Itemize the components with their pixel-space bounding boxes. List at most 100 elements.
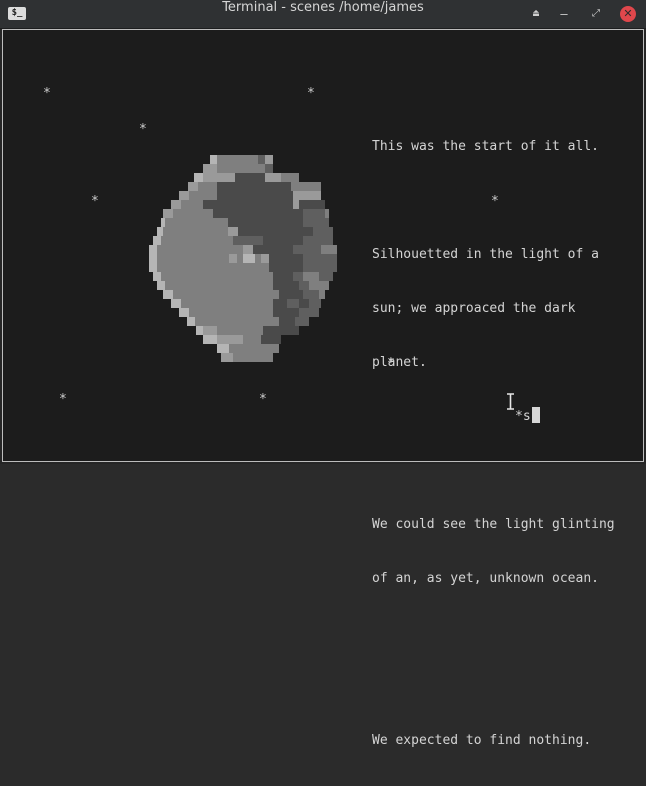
planet-pixel-band bbox=[295, 317, 309, 326]
window-title: Terminal - scenes /home/james bbox=[222, 0, 424, 15]
close-button[interactable]: ✕ bbox=[620, 6, 636, 22]
planet-pixel-band bbox=[269, 263, 303, 272]
planet-pixel-band bbox=[243, 335, 261, 344]
planet-pixel-band bbox=[303, 272, 319, 281]
planet-pixel-band bbox=[325, 209, 329, 218]
planet-pixel-band bbox=[309, 281, 329, 290]
story-line: This was the start of it all. bbox=[372, 139, 599, 154]
planet-pixel-band bbox=[273, 272, 293, 281]
story-line: Silhouetted in the light of a bbox=[372, 247, 599, 262]
planet-pixel-band bbox=[303, 254, 337, 263]
planet-pixel-band bbox=[149, 254, 157, 263]
planet-pixel-band bbox=[189, 308, 273, 317]
story-text: This was the start of it all. Silhouette… bbox=[372, 102, 638, 786]
planet-pixel-band bbox=[179, 308, 189, 317]
planet-pixel-band bbox=[165, 281, 273, 290]
planet-pixel-band bbox=[161, 272, 273, 281]
planet-pixel-band bbox=[196, 326, 203, 335]
planet-pixel-band bbox=[261, 254, 269, 263]
planet-pixel-band bbox=[163, 209, 173, 218]
planet-pixel-band bbox=[228, 218, 303, 227]
planet-pixel-band bbox=[243, 254, 255, 263]
planet-pixel-band bbox=[217, 326, 263, 335]
planet-pixel-band bbox=[319, 290, 325, 299]
prompt-text: *s bbox=[515, 409, 531, 424]
command-prompt[interactable]: *s bbox=[515, 407, 540, 426]
story-line: of an, as yet, unknown ocean. bbox=[372, 571, 599, 586]
planet-pixel-band bbox=[235, 173, 265, 182]
planet-pixel-band bbox=[258, 155, 265, 164]
planet-pixel-band bbox=[263, 326, 299, 335]
planet-pixel-band bbox=[299, 281, 309, 290]
planet-pixel-band bbox=[173, 209, 213, 218]
planet-pixel-band bbox=[221, 353, 233, 362]
maximize-button[interactable]: ⤢ bbox=[588, 6, 604, 22]
text-cursor-icon bbox=[507, 393, 514, 410]
planet-pixel-band bbox=[173, 290, 279, 299]
planet-pixel-band bbox=[303, 263, 337, 272]
planet-pixel-band bbox=[181, 200, 203, 209]
planet-pixel-band bbox=[194, 173, 203, 182]
planet-pixel-band bbox=[265, 155, 273, 164]
planet-pixel-band bbox=[157, 281, 165, 290]
story-line: planet. bbox=[372, 355, 427, 370]
planet-pixel-band bbox=[157, 263, 233, 272]
planet-pixel-band bbox=[157, 227, 163, 236]
planet-pixel-band bbox=[303, 218, 329, 227]
planet-pixel-band bbox=[299, 200, 325, 209]
planet-pixel-band bbox=[293, 191, 321, 200]
planet-pixel-band bbox=[279, 317, 295, 326]
planet-pixel-band bbox=[213, 209, 303, 218]
planet-pixel-band bbox=[261, 335, 281, 344]
planet-pixel-band bbox=[187, 317, 195, 326]
planet-pixel-band bbox=[195, 317, 279, 326]
planet-pixel-band bbox=[233, 353, 273, 362]
planet-pixel-band bbox=[309, 299, 321, 308]
minimize-button[interactable]: – bbox=[556, 6, 572, 22]
planet-pixel-band bbox=[153, 236, 161, 245]
planet-pixel-band bbox=[255, 254, 261, 263]
planet-pixel-band bbox=[265, 173, 281, 182]
planet-pixel-band bbox=[203, 335, 217, 344]
planet-pixel-band bbox=[233, 236, 263, 245]
story-line: We could see the light glinting bbox=[372, 517, 615, 532]
planet-pixel-band bbox=[269, 254, 303, 263]
planet-pixel-band bbox=[198, 182, 217, 191]
planet-pixel-band bbox=[217, 182, 291, 191]
planet-pixel-band bbox=[299, 299, 309, 308]
planet-pixel-band bbox=[243, 263, 269, 272]
planet-pixel-band bbox=[229, 344, 279, 353]
title-bar[interactable]: $_ Terminal - scenes /home/james ⏏ – ⤢ ✕ bbox=[0, 0, 646, 29]
planet-pixel-band bbox=[228, 227, 238, 236]
planet-pixel-band bbox=[161, 236, 233, 245]
planet-pixel-band bbox=[217, 155, 258, 164]
planet-pixel-band bbox=[165, 218, 228, 227]
planet-pixel-band bbox=[161, 218, 165, 227]
planet-pixel-band bbox=[171, 200, 181, 209]
planet-pixel-band bbox=[157, 245, 243, 254]
story-line: We expected to find nothing. bbox=[372, 733, 592, 748]
planet-pixel-band bbox=[291, 182, 321, 191]
planet-pixel-band bbox=[203, 164, 217, 173]
planet-pixel-band bbox=[287, 299, 299, 308]
planet-pixel-band bbox=[217, 191, 293, 200]
planet-pixel-band bbox=[293, 272, 303, 281]
planet-pixel-band bbox=[149, 263, 157, 272]
planet-pixel-band bbox=[217, 344, 229, 353]
planet-pixel-band bbox=[238, 227, 313, 236]
planet-pixel-band bbox=[303, 209, 325, 218]
planet-pixel-band bbox=[233, 263, 243, 272]
planet-pixel-band bbox=[253, 245, 293, 254]
planet-pixel-band bbox=[273, 308, 299, 317]
planet-pixel-band bbox=[157, 254, 229, 263]
planet-pixel-band bbox=[293, 200, 299, 209]
planet-pixel-band bbox=[281, 173, 299, 182]
planet-pixel-band bbox=[313, 227, 333, 236]
planet-pixel-band bbox=[163, 290, 173, 299]
planet-pixel-band bbox=[229, 254, 237, 263]
terminal-area[interactable]: * * * * * * * * This was the start of it… bbox=[2, 29, 644, 748]
planet-pixel-band bbox=[163, 227, 228, 236]
planet-pixel-band bbox=[210, 155, 217, 164]
eject-icon[interactable]: ⏏ bbox=[528, 6, 544, 22]
planet-pixel-band bbox=[171, 299, 181, 308]
